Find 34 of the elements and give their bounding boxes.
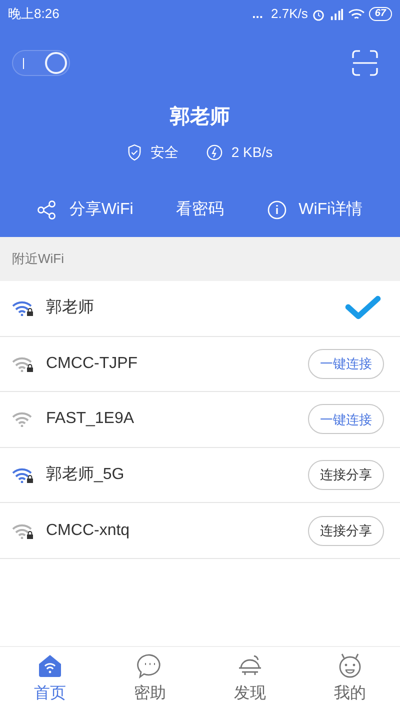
wifi-name: 郭老师 [170,104,230,130]
status-time: 晚上8:26 [8,5,60,24]
network-name: 郭老师 [46,298,94,318]
share-icon [37,200,58,220]
alarm-icon [312,8,325,20]
info-icon [266,200,287,220]
action-button[interactable]: 看密码 [172,193,228,227]
home-icon [36,652,64,680]
speed-reading: 2 KB/s [231,143,273,162]
cell-signal-icon [328,8,344,20]
connect-button[interactable]: 一键连接 [308,404,384,434]
tab-item[interactable]: 首页 [15,652,85,706]
action-button[interactable]: 分享WiFi [33,193,138,227]
wifi-signal-icon [348,8,365,20]
tab-item[interactable]: 发现 [215,652,285,706]
network-name: CMCC-xntq [46,520,130,541]
battery-indicator: 67 [368,7,392,21]
scan-icon [352,50,378,76]
network-speed: 2.7K/s [271,5,308,24]
tab-item[interactable]: 密助 [115,652,185,706]
network-name: 郭老师_5G [46,464,124,486]
more-dots: ... [252,5,264,24]
toggle-switch[interactable] [12,50,70,76]
network-name: FAST_1E9A [46,409,134,430]
tab-item[interactable]: 我的 [315,652,385,706]
connect-button[interactable]: 连接分享 [308,516,384,546]
network-name: CMCC-TJPF [46,354,138,374]
shield-icon [127,144,142,161]
section-title: 附近WiFi [12,250,64,268]
connect-button[interactable]: 连接分享 [308,460,384,490]
security-status: 安全 [150,143,178,162]
lightning-icon [206,144,224,161]
action-button[interactable]: WiFi详情 [262,193,367,227]
connect-button[interactable]: 一键连接 [308,348,384,379]
